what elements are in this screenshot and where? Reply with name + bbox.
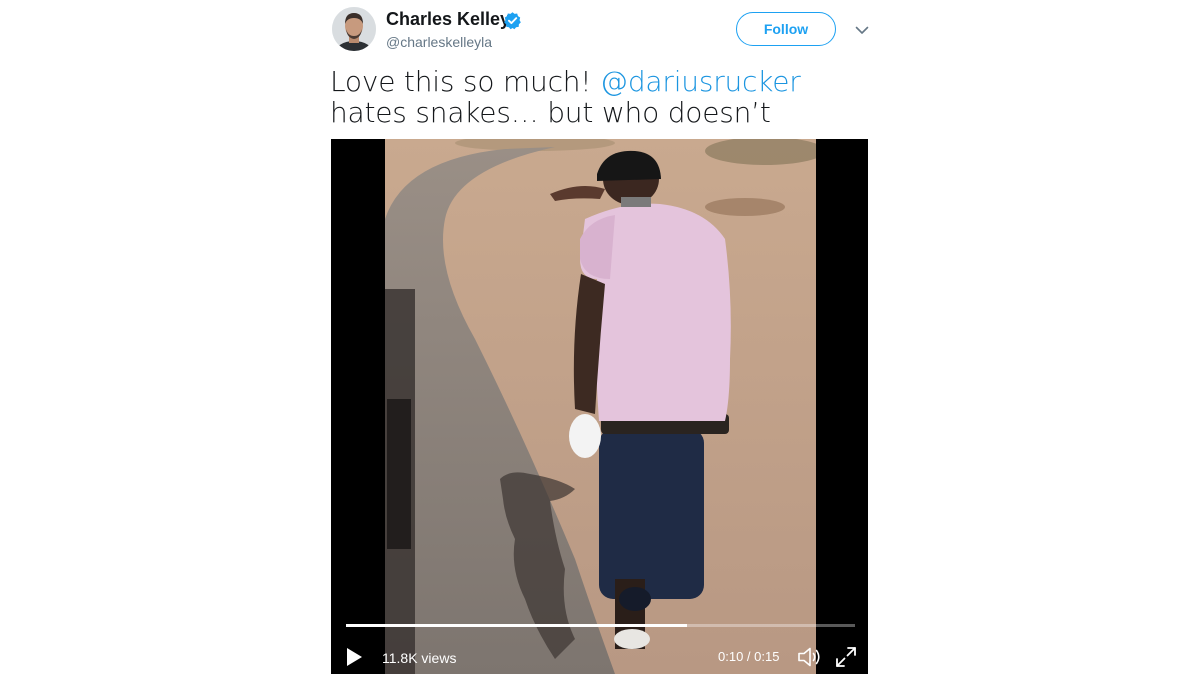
- verified-badge-icon: [504, 12, 521, 30]
- avatar-photo-icon: [332, 7, 376, 51]
- video-progress-bar[interactable]: [346, 624, 855, 627]
- video-time: 0:10 / 0:15: [718, 649, 780, 664]
- tweet-card: Charles Kelley @charleskelleyla Follow L…: [330, 0, 870, 674]
- play-icon[interactable]: [343, 645, 365, 669]
- page: Charles Kelley @charleskelleyla Follow L…: [0, 0, 1200, 674]
- fullscreen-icon[interactable]: [834, 645, 858, 669]
- author-avatar[interactable]: [332, 7, 376, 51]
- video-frame: [385, 139, 816, 674]
- author-name[interactable]: Charles Kelley: [386, 9, 510, 30]
- tweet-text: Love this so much! @dariusrucker hates s…: [330, 66, 850, 128]
- mention-link[interactable]: @dariusrucker: [600, 65, 801, 98]
- chevron-down-icon[interactable]: [854, 22, 870, 38]
- tweet-text-before: Love this so much!: [330, 65, 601, 98]
- view-count: 11.8K views: [382, 650, 457, 666]
- author-handle[interactable]: @charleskelleyla: [386, 34, 492, 50]
- video-progress-fill: [346, 624, 688, 627]
- video-player[interactable]: 11.8K views 0:10 / 0:15: [331, 139, 868, 674]
- tweet-text-after: hates snakes… but who doesn’t: [330, 96, 771, 129]
- follow-button[interactable]: Follow: [736, 12, 836, 46]
- volume-icon[interactable]: [797, 645, 823, 669]
